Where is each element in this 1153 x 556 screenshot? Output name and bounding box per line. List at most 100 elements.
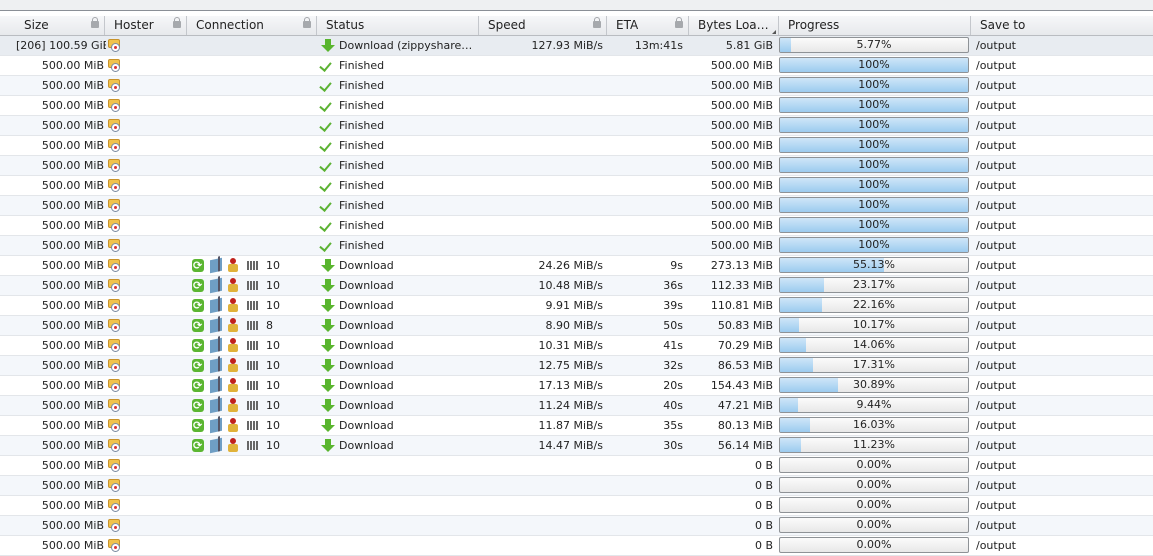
bytes-loaded-cell: 47.21 MiB — [717, 399, 773, 412]
hoster-cell — [107, 276, 123, 295]
connection-plug-icon — [210, 317, 222, 334]
status-text: Finished — [339, 159, 385, 172]
progress-bar: 55.13% — [779, 257, 969, 273]
download-row[interactable]: 500.00 MiB 10 Download 17.13 MiB/s 20s 1… — [0, 376, 1153, 396]
status-cell — [318, 476, 478, 495]
progress-bar: 5.77% — [779, 37, 969, 53]
download-row[interactable]: 500.00 MiB 10 Download 10.31 MiB/s 41s 7… — [0, 336, 1153, 356]
refresh-icon — [192, 416, 204, 435]
download-row[interactable]: 500.00 MiB 10 Download 12.75 MiB/s 32s 8… — [0, 356, 1153, 376]
status-text: Download (zippyshare.com) — [339, 39, 475, 52]
column-header-label: Hoster — [114, 18, 154, 32]
download-row[interactable]: 500.00 MiB Finished 500.00 MiB 100% /out… — [0, 76, 1153, 96]
zippyshare-icon — [108, 259, 120, 272]
progress-bar: 17.31% — [779, 357, 969, 373]
package-row[interactable]: [206] 100.59 GiB Download (zippyshare.co… — [0, 36, 1153, 56]
eta-cell — [608, 536, 683, 555]
eta-cell — [608, 476, 683, 495]
download-row[interactable]: 500.00 MiB Finished 500.00 MiB 100% /out… — [0, 236, 1153, 256]
progress-cell: 100% — [779, 116, 970, 135]
download-row[interactable]: 500.00 MiB 10 Download 10.48 MiB/s 36s 1… — [0, 276, 1153, 296]
save-to-cell: /output — [976, 79, 1016, 92]
progress-text: 14.06% — [853, 338, 895, 351]
download-row[interactable]: 500.00 MiB 10 Download 11.87 MiB/s 35s 8… — [0, 416, 1153, 436]
download-row[interactable]: 500.00 MiB 0 B 0.00% /output — [0, 516, 1153, 536]
download-row[interactable]: 500.00 MiB Finished 500.00 MiB 100% /out… — [0, 156, 1153, 176]
download-row[interactable]: 500.00 MiB 10 Download 14.47 MiB/s 30s 5… — [0, 436, 1153, 456]
download-row[interactable]: 500.00 MiB Finished 500.00 MiB 100% /out… — [0, 56, 1153, 76]
download-row[interactable]: 500.00 MiB Finished 500.00 MiB 100% /out… — [0, 176, 1153, 196]
connection-count: 8 — [266, 319, 273, 332]
progress-cell: 0.00% — [779, 476, 970, 495]
download-row[interactable]: 500.00 MiB 10 Download 11.24 MiB/s 40s 4… — [0, 396, 1153, 416]
hoster-cell — [107, 316, 123, 335]
finished-check-icon — [319, 79, 332, 92]
speed-cell — [480, 136, 603, 155]
bytes-loaded-cell: 0 B — [754, 499, 773, 512]
progress-bar: 100% — [779, 117, 969, 133]
hoster-cell — [107, 76, 123, 95]
progress-text: 10.17% — [853, 318, 895, 331]
status-text: Download — [339, 299, 394, 312]
download-row[interactable]: 500.00 MiB Finished 500.00 MiB 100% /out… — [0, 216, 1153, 236]
save-to-cell: /output — [976, 59, 1016, 72]
download-row[interactable]: 500.00 MiB 0 B 0.00% /output — [0, 496, 1153, 516]
status-cell: Download — [318, 316, 478, 335]
size-cell: 500.00 MiB — [41, 539, 104, 552]
finished-check-icon — [319, 159, 332, 172]
size-cell: 500.00 MiB — [41, 79, 104, 92]
download-row[interactable]: 500.00 MiB 0 B 0.00% /output — [0, 536, 1153, 556]
download-row[interactable]: 500.00 MiB Finished 500.00 MiB 100% /out… — [0, 116, 1153, 136]
hoster-cell — [107, 96, 123, 115]
speed-cell: 9.91 MiB/s — [545, 299, 603, 312]
column-header-size[interactable]: Size — [15, 16, 105, 35]
download-row[interactable]: 500.00 MiB Finished 500.00 MiB 100% /out… — [0, 136, 1153, 156]
save-to-cell: /output — [976, 479, 1016, 492]
column-header-speed[interactable]: Speed — [479, 16, 607, 35]
progress-cell: 22.16% — [779, 296, 970, 315]
eta-cell: 20s — [663, 379, 683, 392]
package-download-icon — [321, 39, 335, 53]
download-row[interactable]: 500.00 MiB 0 B 0.00% /output — [0, 476, 1153, 496]
progress-bar: 100% — [779, 177, 969, 193]
column-header-bytes-loaded[interactable]: Bytes Loa… — [689, 16, 779, 35]
column-header-status[interactable]: Status — [317, 16, 479, 35]
column-header-connection[interactable]: Connection — [187, 16, 317, 35]
finished-check-icon — [319, 199, 332, 212]
status-text: Download — [339, 399, 394, 412]
download-row[interactable]: 500.00 MiB 0 B 0.00% /output — [0, 456, 1153, 476]
bytes-loaded-cell: 0 B — [754, 479, 773, 492]
download-row[interactable]: 500.00 MiB Finished 500.00 MiB 100% /out… — [0, 196, 1153, 216]
size-cell: 500.00 MiB — [41, 299, 104, 312]
column-header-progress[interactable]: Progress — [779, 16, 971, 35]
account-icon — [228, 438, 238, 452]
download-arrow-icon — [321, 279, 335, 293]
hoster-cell — [107, 536, 123, 555]
bytes-loaded-cell: 154.43 MiB — [710, 379, 773, 392]
zippyshare-icon — [108, 339, 120, 352]
chunks-icon — [247, 341, 259, 350]
progress-bar: 10.17% — [779, 317, 969, 333]
size-cell: 500.00 MiB — [41, 119, 104, 132]
download-row[interactable]: 500.00 MiB 10 Download 24.26 MiB/s 9s 27… — [0, 256, 1153, 276]
chunks-icon — [247, 401, 259, 410]
hoster-cell — [107, 256, 123, 275]
connection-cell: 8 — [190, 316, 320, 335]
download-row[interactable]: 500.00 MiB 10 Download 9.91 MiB/s 39s 11… — [0, 296, 1153, 316]
progress-cell: 100% — [779, 196, 970, 215]
column-header-save-to[interactable]: Save to — [971, 16, 1153, 35]
save-to-cell: /output — [976, 219, 1016, 232]
column-header-label: Progress — [788, 18, 840, 32]
status-cell — [318, 496, 478, 515]
progress-bar: 11.23% — [779, 437, 969, 453]
eta-cell — [608, 456, 683, 475]
save-to-cell: /output — [976, 299, 1016, 312]
connection-plug-icon — [210, 297, 222, 314]
download-row[interactable]: 500.00 MiB Finished 500.00 MiB 100% /out… — [0, 96, 1153, 116]
column-header-eta[interactable]: ETA — [607, 16, 689, 35]
connection-cell: 10 — [190, 356, 320, 375]
column-header-hoster[interactable]: Hoster — [105, 16, 187, 35]
connection-count: 10 — [266, 439, 280, 452]
download-row[interactable]: 500.00 MiB 8 Download 8.90 MiB/s 50s 50.… — [0, 316, 1153, 336]
size-cell: 500.00 MiB — [41, 459, 104, 472]
